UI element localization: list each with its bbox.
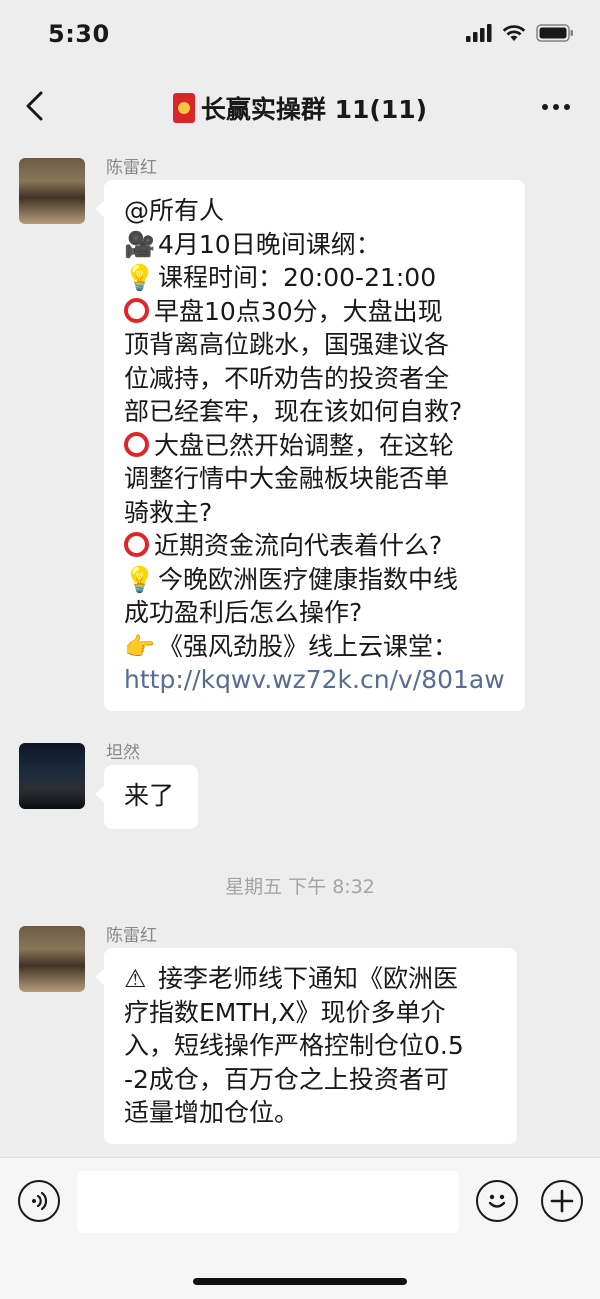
message-line: 位减持，不听劝告的投资者全 xyxy=(124,363,450,393)
light-bulb-icon: 💡 xyxy=(124,564,156,594)
message-line: 顶背离高位跳水，国强建议各 xyxy=(124,330,450,359)
avatar[interactable] xyxy=(19,926,85,992)
message-line: 部已经套牢，现在该如何自救? xyxy=(124,397,463,426)
pointing-hand-icon: 👉 xyxy=(124,631,156,661)
chat-title-text: 长赢实操群 11(11) xyxy=(200,95,428,124)
voice-icon xyxy=(32,1191,48,1211)
plus-icon xyxy=(550,1189,574,1213)
avatar[interactable] xyxy=(19,743,85,809)
wifi-icon xyxy=(502,25,526,41)
message-line: 👉 《强风劲股》线上云课堂： xyxy=(124,630,505,664)
message-line: 大盘已然开始调整，在这轮 xyxy=(124,429,505,463)
message-line: 🎥 4月10日晚间课纲： xyxy=(124,228,505,262)
more-actions-button[interactable] xyxy=(541,1180,583,1222)
message-bubble[interactable]: 来了 xyxy=(95,765,198,829)
status-icons xyxy=(466,24,574,42)
message-input[interactable] xyxy=(77,1171,459,1233)
message-line: 疗指数EMTH,X》现价多单介 xyxy=(124,997,446,1027)
sender-name: 陈雷红 xyxy=(106,158,157,178)
light-bulb-icon: 💡 xyxy=(124,263,156,292)
message-line: ⚠ 接李老师线下通知《欧洲医 xyxy=(124,962,497,996)
message-line: 骑救主? xyxy=(124,497,213,527)
input-bar xyxy=(0,1157,600,1299)
message-line: 调整行情中大金融板块能否单 xyxy=(124,464,450,493)
more-dot-icon xyxy=(553,104,559,110)
message-bubble[interactable]: ⚠ 接李老师线下通知《欧洲医 疗指数EMTH,X》现价多单介 入，短线操作严格控制… xyxy=(95,948,517,1144)
red-envelope-icon xyxy=(172,93,195,123)
status-time: 5:30 xyxy=(48,20,110,48)
smiley-icon xyxy=(488,1194,506,1208)
sender-name: 坦然 xyxy=(106,743,140,763)
warning-icon: ⚠ xyxy=(124,964,147,993)
message-line: 💡 今晚欧洲医疗健康指数中线 xyxy=(124,563,505,597)
red-circle-icon xyxy=(124,297,149,323)
more-dot-icon xyxy=(564,104,570,110)
cellular-signal-icon xyxy=(466,24,492,42)
red-circle-icon xyxy=(124,431,149,457)
message-line: 💡 课程时间：20:00-21:00 xyxy=(124,261,505,295)
message-line: 适量增加仓位。 xyxy=(124,1098,300,1127)
movie-camera-icon: 🎥 xyxy=(124,229,156,259)
more-options-button[interactable] xyxy=(536,92,576,122)
more-dot-icon xyxy=(542,104,548,110)
emoji-button[interactable] xyxy=(476,1180,518,1222)
course-link[interactable]: http://kqwv.wz72k.cn/v/801aw xyxy=(124,663,505,697)
battery-icon xyxy=(536,24,573,42)
sender-name: 陈雷红 xyxy=(106,926,157,946)
red-circle-icon xyxy=(124,532,149,557)
chat-header: 长赢实操群 11(11) xyxy=(0,72,600,142)
voice-input-button[interactable] xyxy=(18,1180,60,1222)
status-bar: 5:30 xyxy=(0,0,600,72)
message-bubble[interactable]: @所有人 🎥 4月10日晚间课纲： 💡 课程时间：20:00-21:00 早盘10点… xyxy=(95,180,525,711)
chat-timestamp: 星期五 下午 8:32 xyxy=(225,876,375,898)
message-line: 早盘10点30分，大盘出现 xyxy=(124,295,505,329)
message-line: 成功盈利后怎么操作? xyxy=(124,598,363,627)
chat-title: 长赢实操群 11(11) xyxy=(0,90,600,126)
message-line: @所有人 xyxy=(124,196,225,225)
home-indicator[interactable] xyxy=(193,1278,407,1285)
message-line: 近期资金流向代表着什么? xyxy=(124,529,505,563)
avatar[interactable] xyxy=(19,158,85,224)
message-line: -2成仓，百万仓之上投资者可 xyxy=(124,1064,449,1094)
message-line: 入，短线操作严格控制仓位0.5 xyxy=(124,1031,464,1060)
message-line: 来了 xyxy=(124,781,175,810)
